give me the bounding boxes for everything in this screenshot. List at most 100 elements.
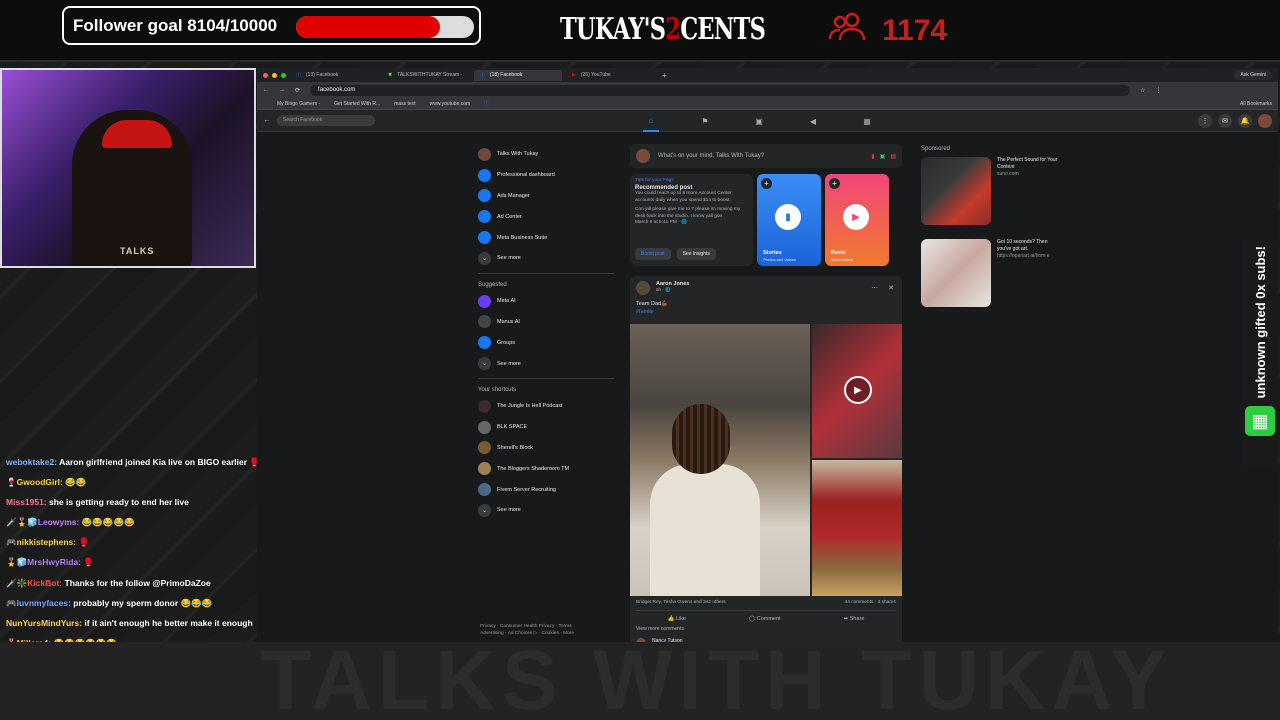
reactions-text[interactable]: Bridget Rey, Tesha Owens and 342 others [636, 600, 726, 605]
chat-username[interactable]: NunYursMindYurs: [6, 618, 82, 628]
flag-icon[interactable]: ⚑ [697, 110, 713, 132]
sidebar-item[interactable]: Ads Manager [478, 186, 614, 207]
sponsored-ad[interactable]: Got 10 seconds? Then you've got art. htt… [921, 239, 1061, 307]
photo-icon[interactable]: ▣ [880, 153, 886, 160]
play-icon[interactable]: ▶ [844, 376, 872, 404]
sidebar-item[interactable]: Talks With Tukay [478, 144, 614, 165]
account-avatar[interactable] [1258, 114, 1272, 128]
url-field[interactable]: facebook.com [310, 84, 1131, 96]
browser-tab[interactable]: ▶ (26) YouTube [566, 70, 654, 81]
view-more-comments[interactable]: View more comments [636, 626, 684, 632]
ad-image[interactable] [921, 157, 991, 225]
see-insights-button[interactable]: See insights [676, 247, 716, 260]
browser-tab[interactable]: ⓕ (13) Facebook [290, 70, 378, 81]
sidebar-item[interactable]: Groups [478, 332, 614, 353]
back-icon[interactable]: ← [263, 87, 269, 93]
follower-goal-progress-bar [296, 16, 474, 38]
sidebar-item[interactable]: Manus AI [478, 312, 614, 333]
footer-line[interactable]: Privacy · Consumer Health Privacy · Term… [480, 623, 574, 630]
maximize-window-icon[interactable] [281, 72, 286, 78]
facebook-footer-links: Privacy · Consumer Health Privacy · Term… [480, 623, 574, 637]
see-more-button[interactable]: ⌄ See more [478, 353, 614, 374]
profile-icon [478, 147, 491, 161]
comment-button[interactable]: ◯ Comment [749, 616, 781, 622]
chat-username[interactable]: 🎖️🧊MrsHwyRida: [6, 557, 81, 567]
sidebar-item[interactable]: Ad Center [478, 206, 614, 227]
like-button[interactable]: 👍 Like [668, 616, 686, 622]
more-options-icon[interactable]: ⋯ [871, 284, 878, 292]
calendar-icon[interactable]: ▦ [859, 110, 875, 132]
sidebar-item[interactable]: Fivem Server Recruiting [478, 479, 614, 500]
recommended-text: You could reach up to 8 more Account Cen… [635, 191, 732, 203]
live-video-icon[interactable]: ▮ [871, 153, 874, 160]
bookmark-item[interactable]: mass text [394, 101, 415, 107]
share-button[interactable]: ➦ Share [844, 616, 865, 622]
chat-username[interactable]: 🗡️❇️KickBot: [6, 578, 62, 588]
sponsored-ad[interactable]: The Perfect Sound for Your Content suno.… [921, 157, 1061, 225]
sidebar-item[interactable]: Professional dashboard [478, 165, 614, 186]
ask-gemini-button[interactable]: Ask Gemini [1234, 70, 1272, 80]
plus-icon[interactable]: + [829, 178, 840, 189]
see-more-button[interactable]: ⌄ See more [478, 248, 614, 269]
notifications-icon[interactable]: 🔔 [1238, 114, 1252, 128]
menu-grid-icon[interactable]: ⋮ [1198, 114, 1212, 128]
sidebar-item[interactable]: The Bloggers Shaderoom TM [478, 458, 614, 479]
sidebar-item[interactable]: The Jungle Is Hell Podcast [478, 396, 614, 417]
bookmark-item[interactable]: www.youtube.com [430, 101, 471, 107]
post-photo-main[interactable] [630, 324, 810, 596]
comment-share-counts[interactable]: 44 comments · 4 shares [845, 600, 896, 605]
reel-icon[interactable]: ▤ [890, 153, 896, 160]
plus-icon[interactable]: + [761, 178, 772, 189]
sidebar-item[interactable]: BLK SPACE [478, 417, 614, 438]
post-composer[interactable]: What's on your mind, Talks With Tukay? ▮… [630, 144, 902, 168]
new-tab-button[interactable]: + [662, 71, 667, 80]
browser-tab[interactable]: ✖ TALKSWITHTUKAY Stream - [382, 70, 470, 81]
sidebar-item[interactable]: Sherell's Block [478, 438, 614, 459]
chat-username[interactable]: 🎮luvnmyfaces: [6, 598, 71, 608]
post-hashtag[interactable]: #family [636, 308, 896, 316]
footer-line[interactable]: Advertising · Ad Choices ▷ · Cookies · M… [480, 630, 574, 637]
facebook-search-input[interactable]: Search Facebook [277, 115, 375, 126]
post-video[interactable]: ▶ [812, 324, 902, 458]
chat-username[interactable]: 🎮nikkistephens: [6, 537, 76, 547]
facebook-bookmark-icon[interactable]: ⓕ [484, 100, 489, 107]
bookmark-star-icon[interactable]: ☆ [1140, 87, 1145, 94]
stories-sub: Photos and videos [763, 257, 796, 262]
all-bookmarks-button[interactable]: All Bookmarks [1240, 101, 1272, 107]
home-icon[interactable]: ⌂ [643, 110, 659, 132]
sidebar-item[interactable]: Meta Business Suite [478, 227, 614, 248]
post-photo-team[interactable] [812, 460, 902, 596]
megaphone-icon[interactable]: ◀ [805, 110, 821, 132]
composer-placeholder[interactable]: What's on your mind, Talks With Tukay? [658, 153, 764, 159]
close-window-icon[interactable] [263, 72, 268, 78]
ad-title[interactable]: The Perfect Sound for Your Content [997, 157, 1061, 171]
bookmarks-bar: My Bingo Gamers - Get Started With R... … [257, 98, 1278, 110]
chat-username[interactable]: 🍷GwoodGirl: [6, 477, 63, 487]
marketplace-icon[interactable]: ▣ [751, 110, 767, 132]
browser-tab-active[interactable]: ⓕ (18) Facebook [474, 69, 562, 81]
chat-username[interactable]: 🗡️🎖️🧊Leowyms: [6, 517, 79, 527]
bookmark-item[interactable]: Get Started With R... [334, 101, 380, 107]
webcam-feed: TALKS [0, 68, 256, 268]
bookmark-item[interactable]: My Bingo Gamers - [277, 101, 320, 107]
chat-username[interactable]: Miss1951: [6, 497, 47, 507]
recommended-date: March 6 at 5:41 PM · 🌐 [635, 220, 688, 225]
ad-image[interactable] [921, 239, 991, 307]
minimize-window-icon[interactable] [272, 72, 277, 78]
reels-card[interactable]: + ▶ Reels Short videos [825, 174, 889, 266]
see-more-button[interactable]: ⌄ See more [478, 500, 614, 521]
sidebar-item[interactable]: Meta AI [478, 291, 614, 312]
post-media-grid[interactable]: ▶ [630, 324, 902, 596]
post-text: Team Dad💪🏾 [636, 301, 668, 307]
stories-card[interactable]: + ▮ Stories Photos and videos [757, 174, 821, 266]
boost-post-button[interactable]: Boost post [635, 247, 671, 260]
avatar[interactable] [636, 281, 650, 295]
reload-icon[interactable]: ⟳ [295, 87, 300, 94]
messenger-icon[interactable]: ✉ [1218, 114, 1232, 128]
ad-title[interactable]: Got 10 seconds? Then you've got art. [997, 239, 1061, 253]
forward-icon[interactable]: → [279, 87, 285, 93]
extensions-icon[interactable]: ⋮ [1155, 87, 1161, 94]
back-arrow-icon[interactable]: ← [263, 115, 271, 124]
close-icon[interactable]: ✕ [888, 284, 894, 292]
chat-username[interactable]: weboktake2: [6, 457, 57, 467]
